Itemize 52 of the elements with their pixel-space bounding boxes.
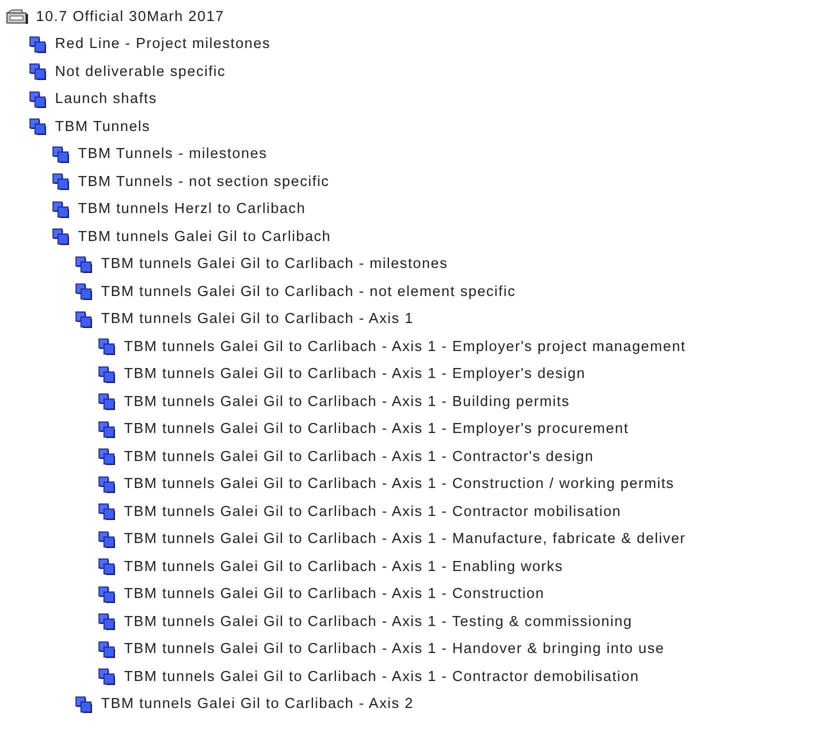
tree-item-label[interactable]: 10.7 Official 30Marh 2017 (36, 8, 224, 25)
tree-item-label[interactable]: TBM tunnels Galei Gil to Carlibach - Axis 1 - Testing & commissioning (124, 614, 632, 630)
tree-item-label[interactable]: TBM tunnels Galei Gil to Carlibach - milestones (101, 256, 448, 272)
element-group-icon (98, 476, 116, 493)
element-group-icon (98, 393, 116, 410)
tree-item-label[interactable]: TBM tunnels Galei Gil to Carlibach - Axis 1 - Building permits (124, 394, 570, 410)
tree-item-label[interactable]: Launch shafts (55, 91, 157, 108)
element-group-icon (75, 696, 93, 713)
element-group-icon (75, 310, 93, 328)
element-group-icon (98, 420, 116, 438)
tree-item-label[interactable]: TBM tunnels Galei Gil to Carlibach - Axis 1 - Employer's project management (124, 338, 686, 355)
tree-item-label[interactable]: TBM tunnels Galei Gil to Carlibach - Axis 1 - Construction (124, 586, 544, 602)
element-group-icon (98, 586, 116, 603)
tree-item-label[interactable]: TBM tunnels Galei Gil to Carlibach (78, 228, 332, 245)
element-group-icon (52, 228, 70, 246)
tree-item-label[interactable]: TBM tunnels Galei Gil to Carlibach - Axis 1 - Enabling works (124, 558, 564, 575)
element-group-icon (29, 90, 47, 108)
element-group-icon (75, 283, 93, 300)
element-group-icon (98, 530, 116, 548)
element-group-icon (98, 613, 116, 630)
element-group-icon (98, 338, 116, 356)
element-group-icon (29, 118, 47, 136)
tree-item-label[interactable]: TBM tunnels Galei Gil to Carlibach - Axis 1 - Contractor mobilisation (124, 504, 622, 520)
tree-item-label[interactable]: TBM tunnels Galei Gil to Carlibach - Axis 1 (101, 311, 414, 328)
element-group-icon (52, 200, 70, 218)
tree-item-label[interactable]: TBM tunnels Galei Gil to Carlibach - Axis 1 - Construction / working permits (124, 476, 674, 492)
tree-item-label[interactable]: TBM tunnels Herzl to Carlibach (78, 201, 306, 218)
tree-item-label[interactable]: TBM tunnels Galei Gil to Carlibach - Axis 1 - Employer's procurement (124, 421, 629, 438)
tree-item-label[interactable]: TBM tunnels Galei Gil to Carlibach - Axis 1 - Contractor's design (124, 448, 594, 465)
tree-item-label[interactable]: TBM tunnels Galei Gil to Carlibach - Axis 1 - Employer's design (124, 366, 586, 382)
tree-item-label[interactable]: TBM Tunnels - milestones (78, 146, 268, 162)
tree-item-label[interactable]: Not deliverable specific (55, 64, 226, 80)
element-group-icon (98, 503, 116, 520)
tree-item-label[interactable]: TBM tunnels Galei Gil to Carlibach - Axis 2 (101, 696, 414, 712)
tree-item-label[interactable]: TBM tunnels Galei Gil to Carlibach - not element specific (101, 284, 516, 300)
element-group-icon (29, 36, 47, 53)
tree-item-label[interactable]: Red Line - Project milestones (55, 36, 270, 52)
element-group-icon (98, 558, 116, 576)
element-group-icon (98, 640, 116, 658)
element-group-icon (98, 668, 116, 686)
tree-item-label[interactable]: TBM tunnels Galei Gil to Carlibach - Axis 1 - Handover & bringing into use (124, 641, 664, 658)
element-group-icon (98, 366, 116, 383)
tree-item-label[interactable]: TBM tunnels Galei Gil to Carlibach - Axis 1 - Contractor demobilisation (124, 668, 640, 685)
tree-item-label[interactable]: TBM tunnels Galei Gil to Carlibach - Axis 1 - Manufacture, fabricate & deliver (124, 531, 686, 548)
element-group-icon (52, 173, 70, 190)
element-group-icon (29, 63, 47, 80)
package-icon (6, 8, 28, 25)
tree-item-label[interactable]: TBM Tunnels (55, 118, 150, 135)
tree-item-label[interactable]: TBM Tunnels - not section specific (78, 174, 330, 190)
element-group-icon (52, 146, 70, 163)
element-group-icon (75, 256, 93, 273)
element-group-icon (98, 448, 116, 466)
